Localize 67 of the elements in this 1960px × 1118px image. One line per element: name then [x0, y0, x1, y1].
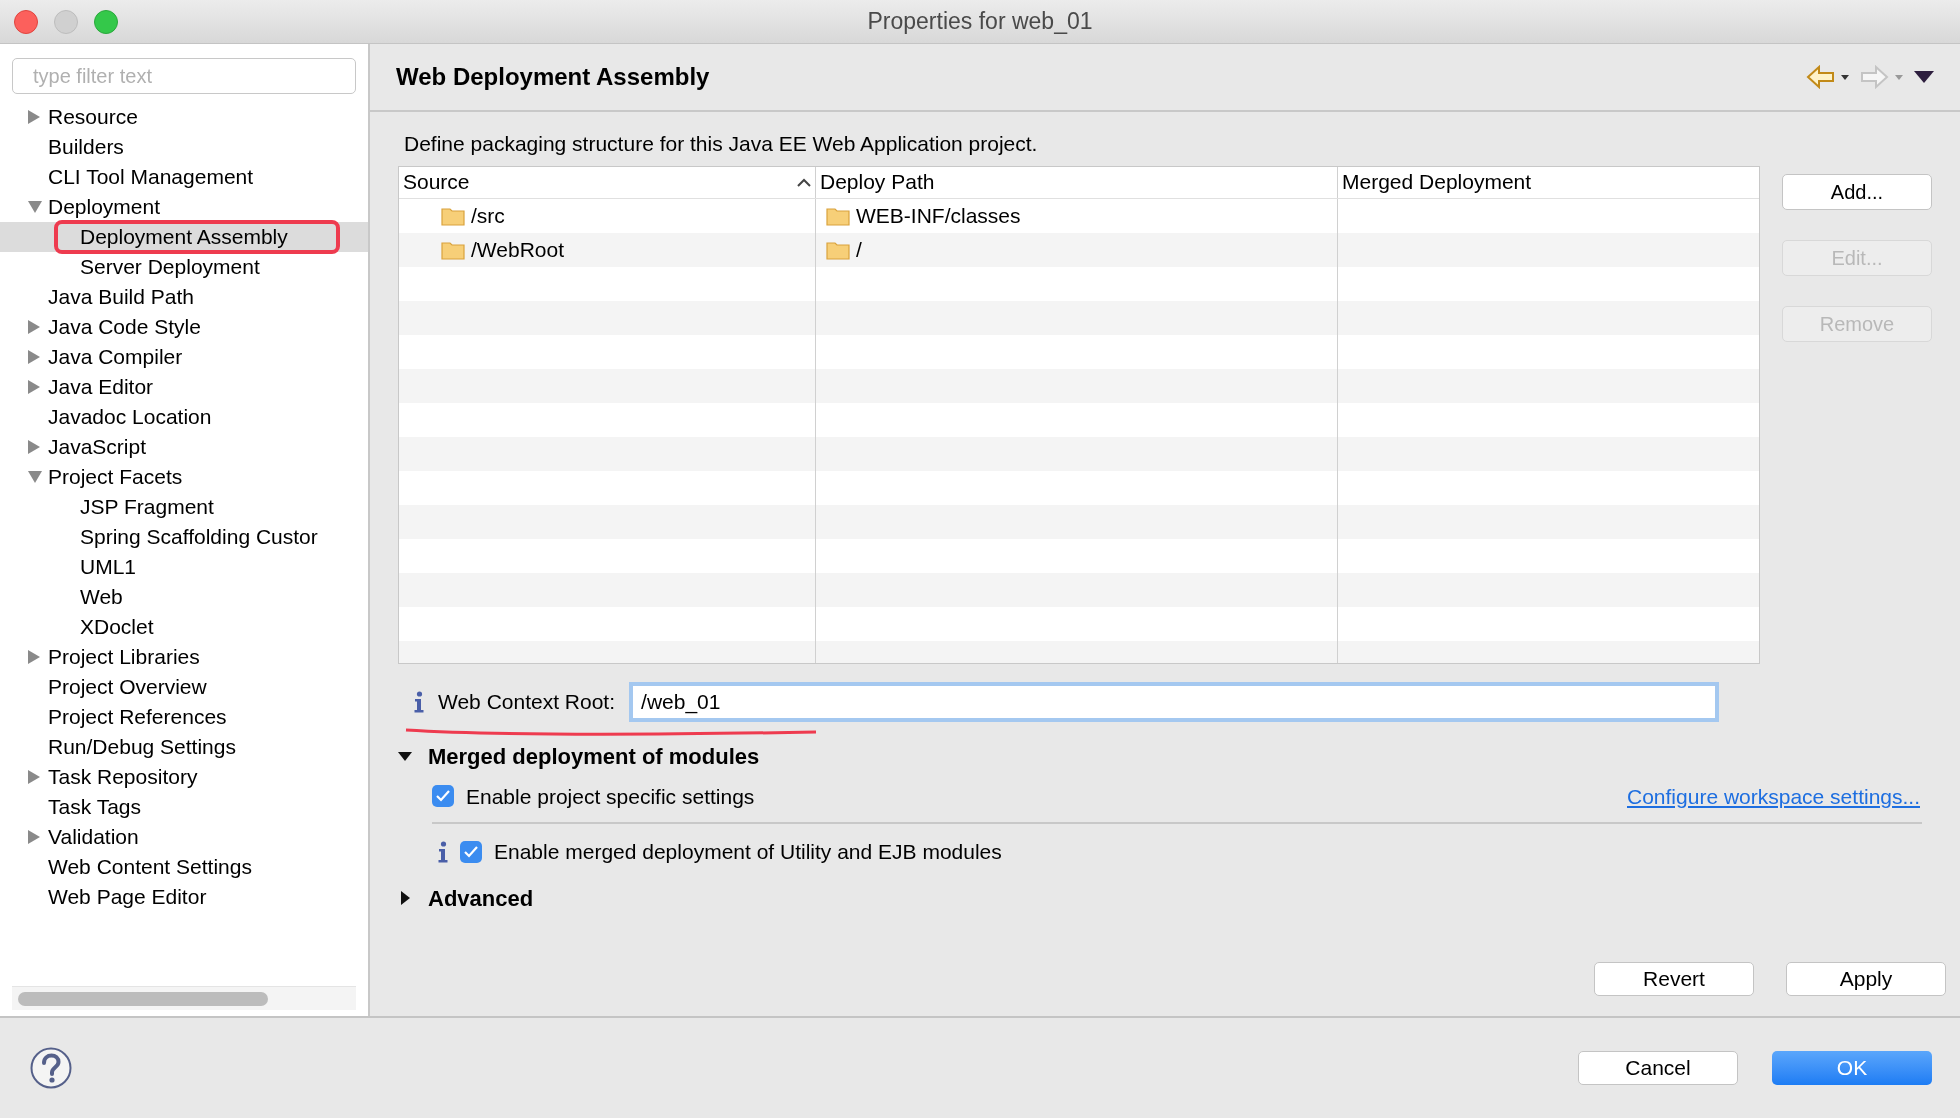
checkmark-icon: [464, 845, 478, 858]
tree-item[interactable]: Validation: [48, 822, 139, 852]
close-button[interactable]: [14, 9, 38, 34]
help-icon[interactable]: [30, 1047, 72, 1089]
checkbox-label: Enable project specific settings: [466, 783, 755, 810]
collapsed-triangle-icon[interactable]: [400, 891, 410, 905]
tree-item[interactable]: Builders: [48, 132, 124, 162]
tree-item[interactable]: Javadoc Location: [48, 402, 212, 432]
table-cell-text: /WebRoot: [471, 236, 564, 263]
tree-item[interactable]: Project Overview: [48, 672, 207, 702]
table-cell-text: /: [856, 236, 862, 263]
folder-icon: [441, 205, 465, 226]
page-button[interactable]: Apply: [1786, 962, 1946, 996]
sort-ascending-icon: [797, 177, 811, 187]
page-description: Define packaging structure for this Java EE Web Application project.: [404, 131, 1039, 157]
workspace-settings-link[interactable]: Configure workspace settings...: [1627, 780, 1920, 812]
checkbox[interactable]: [460, 840, 482, 863]
checkbox-label: Enable merged deployment of Utility and EJB modules: [494, 839, 1002, 865]
tree-item[interactable]: Java Compiler: [48, 342, 183, 372]
table-cell-text: WEB-INF/classes: [856, 202, 1021, 229]
expanded-triangle-icon[interactable]: [398, 751, 412, 761]
zoom-button[interactable]: [94, 9, 118, 34]
tree-item[interactable]: Project Facets: [48, 462, 183, 492]
tree-item[interactable]: Spring Scaffolding Custor: [80, 522, 318, 552]
column-header[interactable]: Deploy Path: [816, 166, 1338, 198]
info-icon: [414, 690, 424, 713]
folder-icon: [826, 239, 850, 260]
tree-item[interactable]: Java Build Path: [48, 282, 194, 312]
field-label: Web Context Root:: [438, 688, 616, 715]
tree-item[interactable]: Task Tags: [48, 792, 141, 822]
tree-item[interactable]: Task Repository: [48, 762, 198, 792]
tree-item[interactable]: Project References: [48, 702, 227, 732]
back-arrow-icon[interactable]: [1806, 65, 1850, 89]
dialog-button[interactable]: Cancel: [1578, 1051, 1738, 1085]
tree-item[interactable]: Deployment: [48, 192, 161, 222]
tree-item[interactable]: Web Page Editor: [48, 882, 207, 912]
info-icon: [438, 840, 448, 863]
filter-field[interactable]: type filter text: [12, 58, 356, 94]
section-title[interactable]: Merged deployment of modules: [428, 739, 760, 773]
context-root-field[interactable]: /web_01: [629, 681, 1720, 722]
menu-triangle-icon[interactable]: [1914, 71, 1934, 83]
tree-item[interactable]: XDoclet: [80, 612, 154, 642]
page-button[interactable]: Revert: [1594, 962, 1754, 996]
checkmark-icon: [436, 790, 450, 803]
tree-item[interactable]: JavaScript: [48, 432, 147, 462]
tree-item[interactable]: Run/Debug Settings: [48, 732, 236, 762]
page-title: Web Deployment Assembly: [396, 62, 710, 92]
folder-icon: [441, 239, 465, 260]
side-button[interactable]: Add...: [1782, 173, 1932, 210]
folder-icon: [826, 205, 850, 226]
tree-item[interactable]: Web Content Settings: [48, 852, 252, 882]
window-title: Properties for web_01: [867, 7, 1093, 37]
column-header[interactable]: Source: [399, 166, 816, 198]
section-title[interactable]: Advanced: [428, 881, 534, 915]
tree-item[interactable]: CLI Tool Management: [48, 162, 254, 192]
tree-item[interactable]: Java Code Style: [48, 312, 201, 342]
tree-item[interactable]: JSP Fragment: [80, 492, 214, 522]
tree-item[interactable]: UML1: [80, 552, 137, 582]
checkbox[interactable]: [432, 785, 454, 808]
scrollbar-thumb[interactable]: [18, 991, 268, 1006]
tree-item[interactable]: Server Deployment: [80, 252, 260, 282]
tree-item[interactable]: Resource: [48, 102, 138, 132]
tree-item[interactable]: Java Editor: [48, 372, 154, 402]
tree-item[interactable]: Project Libraries: [48, 642, 200, 672]
column-header[interactable]: Merged Deployment: [1338, 166, 1759, 198]
table-cell-text: /src: [471, 202, 505, 229]
tree-item[interactable]: Web: [80, 582, 123, 612]
